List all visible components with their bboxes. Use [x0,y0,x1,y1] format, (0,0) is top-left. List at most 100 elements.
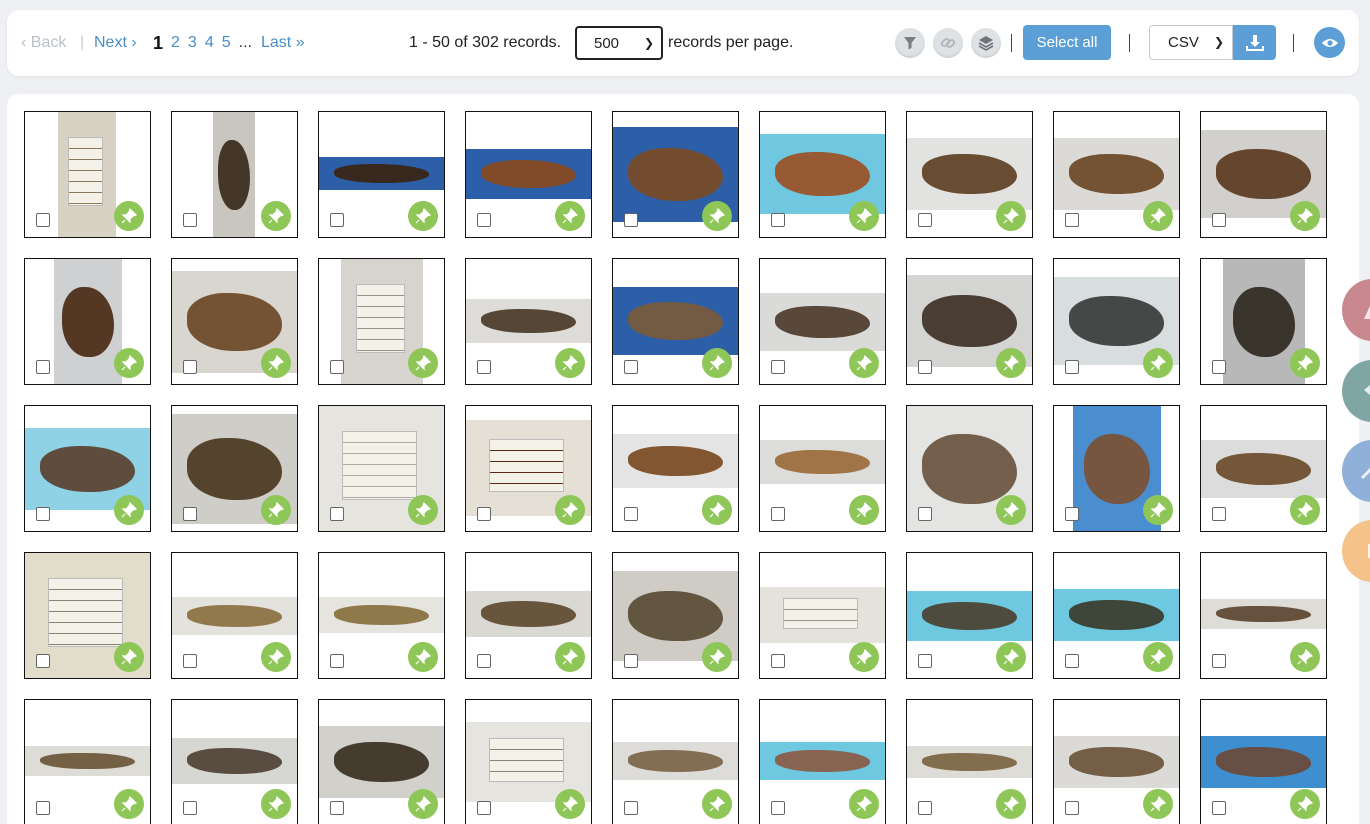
specimen-card[interactable] [318,552,445,679]
specimen-thumbnail[interactable] [25,746,150,776]
select-checkbox[interactable] [918,213,932,227]
select-checkbox[interactable] [183,654,197,668]
specimen-card[interactable] [612,405,739,532]
back-link[interactable]: ‹ Back [21,10,66,76]
specimen-card[interactable] [318,258,445,385]
specimen-thumbnail[interactable] [1054,736,1179,788]
select-checkbox[interactable] [1212,801,1226,815]
specimen-card[interactable] [1053,405,1180,532]
select-checkbox[interactable] [1065,213,1079,227]
specimen-card[interactable] [1053,699,1180,824]
page-link-4[interactable]: 4 [205,34,214,52]
specimen-thumbnail[interactable] [613,434,738,488]
select-checkbox[interactable] [36,801,50,815]
specimen-card[interactable] [1053,258,1180,385]
select-checkbox[interactable] [1065,654,1079,668]
next-link[interactable]: Next › [94,10,137,76]
pin-button[interactable] [702,201,732,231]
specimen-card[interactable] [465,552,592,679]
specimen-card[interactable] [759,111,886,238]
specimen-card[interactable] [24,552,151,679]
select-checkbox[interactable] [36,654,50,668]
pin-button[interactable] [702,789,732,819]
specimen-card[interactable] [906,258,1033,385]
pin-button[interactable] [1290,495,1320,525]
select-checkbox[interactable] [330,507,344,521]
specimen-card[interactable] [318,405,445,532]
pin-button[interactable] [1143,789,1173,819]
specimen-card[interactable] [171,552,298,679]
specimen-card[interactable] [906,552,1033,679]
pin-button[interactable] [996,789,1026,819]
records-per-page-select[interactable]: 500 ❯ [575,26,663,60]
side-action-button[interactable] [1342,360,1370,422]
page-link-2[interactable]: 2 [171,34,180,52]
select-checkbox[interactable] [624,213,638,227]
pin-button[interactable] [408,201,438,231]
specimen-thumbnail[interactable] [54,259,122,384]
select-checkbox[interactable] [624,507,638,521]
specimen-thumbnail[interactable] [319,726,444,798]
pin-button[interactable] [1290,201,1320,231]
pin-button[interactable] [702,642,732,672]
select-checkbox[interactable] [918,507,932,521]
specimen-card[interactable] [318,699,445,824]
specimen-card[interactable] [171,699,298,824]
pin-button[interactable] [261,201,291,231]
select-checkbox[interactable] [183,360,197,374]
select-checkbox[interactable] [477,360,491,374]
pin-button[interactable] [261,495,291,525]
pin-button[interactable] [114,495,144,525]
specimen-card[interactable] [1200,258,1327,385]
specimen-card[interactable] [612,111,739,238]
pin-button[interactable] [261,789,291,819]
select-checkbox[interactable] [183,801,197,815]
pin-button[interactable] [1143,642,1173,672]
pin-button[interactable] [408,789,438,819]
specimen-thumbnail[interactable] [907,746,1032,778]
select-checkbox[interactable] [1212,213,1226,227]
specimen-card[interactable] [1200,552,1327,679]
export-format-select[interactable]: CSV ❯ [1149,25,1233,60]
specimen-card[interactable] [906,699,1033,824]
pin-button[interactable] [849,789,879,819]
select-checkbox[interactable] [771,654,785,668]
specimen-thumbnail[interactable] [172,597,297,635]
specimen-card[interactable] [465,111,592,238]
pin-button[interactable] [408,495,438,525]
pin-button[interactable] [1143,495,1173,525]
pin-button[interactable] [408,348,438,378]
download-button[interactable] [1233,25,1276,60]
select-checkbox[interactable] [624,801,638,815]
specimen-card[interactable] [465,405,592,532]
specimen-card[interactable] [24,405,151,532]
select-checkbox[interactable] [36,507,50,521]
specimen-card[interactable] [24,699,151,824]
pin-button[interactable] [1290,789,1320,819]
specimen-thumbnail[interactable] [466,591,591,637]
specimen-card[interactable] [1200,111,1327,238]
specimen-thumbnail[interactable] [58,112,116,237]
select-checkbox[interactable] [36,213,50,227]
pin-button[interactable] [408,642,438,672]
select-checkbox[interactable] [36,360,50,374]
specimen-thumbnail[interactable] [907,591,1032,641]
specimen-thumbnail[interactable] [213,112,255,237]
specimen-card[interactable] [612,552,739,679]
specimen-card[interactable] [612,699,739,824]
pin-button[interactable] [555,495,585,525]
specimen-card[interactable] [906,111,1033,238]
specimen-thumbnail[interactable] [466,149,591,199]
side-action-button[interactable] [1342,279,1370,341]
pin-button[interactable] [1290,348,1320,378]
specimen-card[interactable] [1053,111,1180,238]
pin-button[interactable] [114,642,144,672]
specimen-thumbnail[interactable] [1201,736,1326,788]
pin-button[interactable] [996,495,1026,525]
pin-button[interactable] [1143,201,1173,231]
pin-button[interactable] [849,348,879,378]
pin-button[interactable] [555,789,585,819]
specimen-card[interactable] [906,405,1033,532]
link-button[interactable] [933,28,963,58]
specimen-thumbnail[interactable] [1054,138,1179,210]
